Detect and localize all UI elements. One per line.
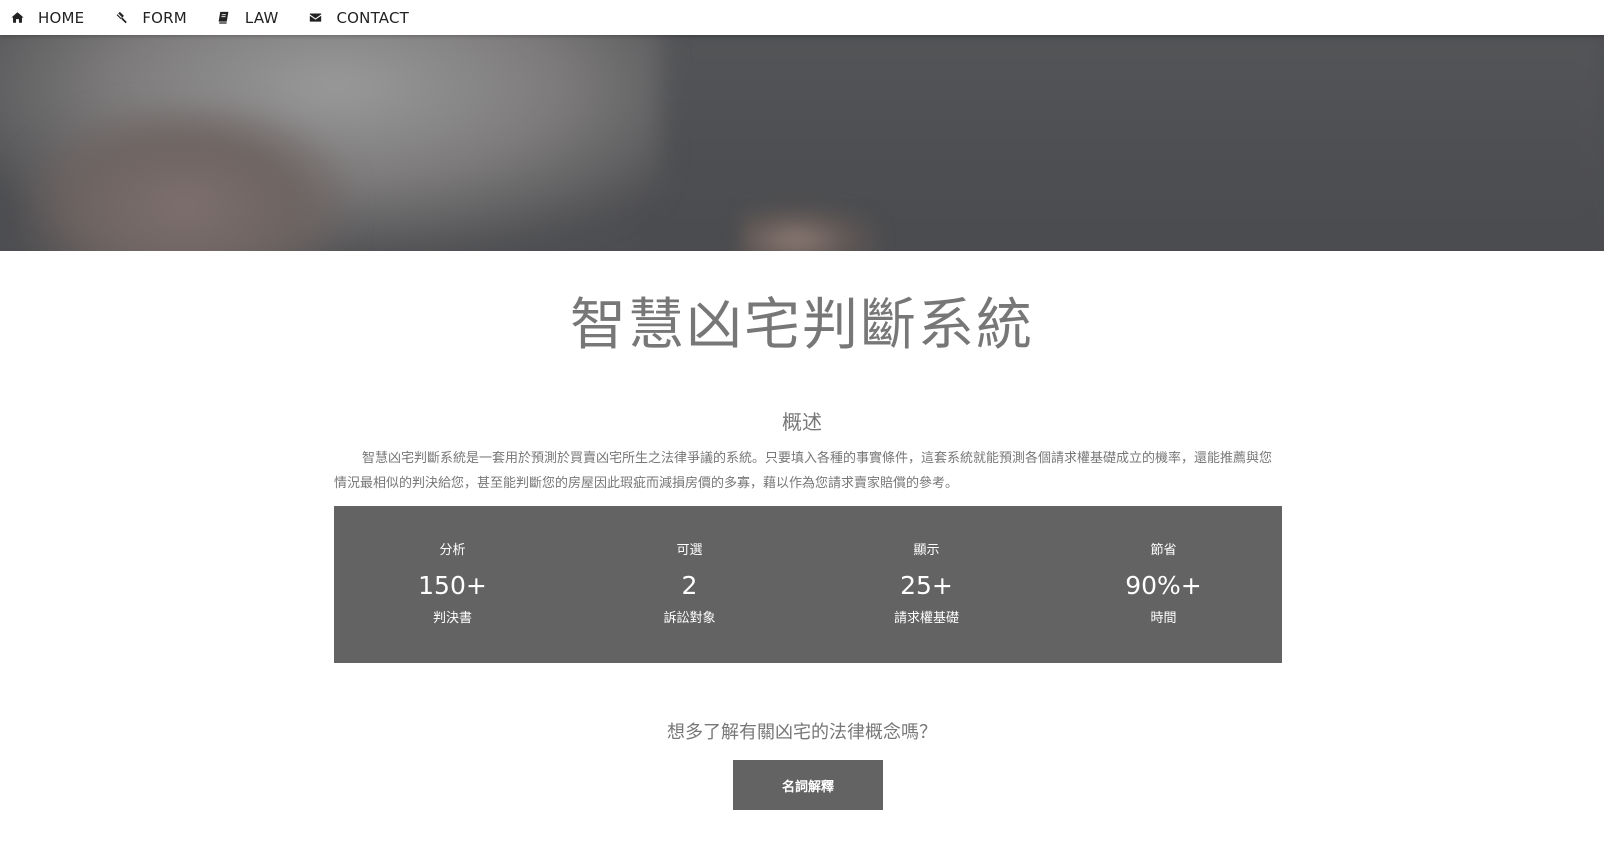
stat-label-bottom: 請求權基礎 <box>893 611 959 626</box>
top-navbar: HOME FORM LAW CONTACT <box>0 0 1604 35</box>
nav-form-label: FORM <box>142 8 187 27</box>
nav-home-label: HOME <box>38 8 85 27</box>
stat-value: 150+ <box>418 571 487 600</box>
stats-panel: 分析 150+ 判決書 可選 2 訴訟對象 顯示 25+ 請求權基礎 節省 90… <box>334 506 1282 663</box>
nav-contact[interactable]: CONTACT <box>309 9 410 27</box>
stat-litigation-targets: 可選 2 訴訟對象 <box>571 506 808 663</box>
stat-value: 90%+ <box>1125 571 1202 600</box>
overview-paragraph: 智慧凶宅判斷系統是一套用於預測於買賣凶宅所生之法律爭議的系統。只要填入各種的事實… <box>334 451 1273 491</box>
stat-time-saved: 節省 90%+ 時間 <box>1045 506 1282 663</box>
glossary-button[interactable]: 名詞解釋 <box>733 760 883 810</box>
page-title: 智慧凶宅判斷系統 <box>570 293 1034 358</box>
stat-label-bottom: 時間 <box>1150 611 1177 626</box>
stat-value: 2 <box>681 571 698 600</box>
cta-question: 想多了解有關凶宅的法律概念嗎？ <box>667 722 937 743</box>
book-icon <box>217 11 231 25</box>
hero-banner-image <box>0 35 1604 251</box>
nav-home[interactable]: HOME <box>10 9 84 27</box>
stat-claim-bases: 顯示 25+ 請求權基礎 <box>808 506 1045 663</box>
gavel-icon <box>114 11 128 25</box>
stat-label-bottom: 判決書 <box>432 611 472 626</box>
stat-label-top: 可選 <box>676 543 703 558</box>
nav-form[interactable]: FORM <box>114 9 187 27</box>
stat-label-bottom: 訴訟對象 <box>663 611 716 626</box>
nav-law-label: LAW <box>244 8 279 27</box>
stat-value: 25+ <box>900 571 953 600</box>
stat-label-top: 顯示 <box>913 543 940 558</box>
stat-label-top: 分析 <box>439 543 466 558</box>
nav-law[interactable]: LAW <box>217 9 279 27</box>
envelope-icon <box>309 11 323 25</box>
stat-label-top: 節省 <box>1150 543 1177 558</box>
overview-heading: 概述 <box>782 410 822 434</box>
nav-contact-label: CONTACT <box>336 8 410 27</box>
stat-judgments: 分析 150+ 判決書 <box>334 506 571 663</box>
home-icon <box>10 11 24 25</box>
